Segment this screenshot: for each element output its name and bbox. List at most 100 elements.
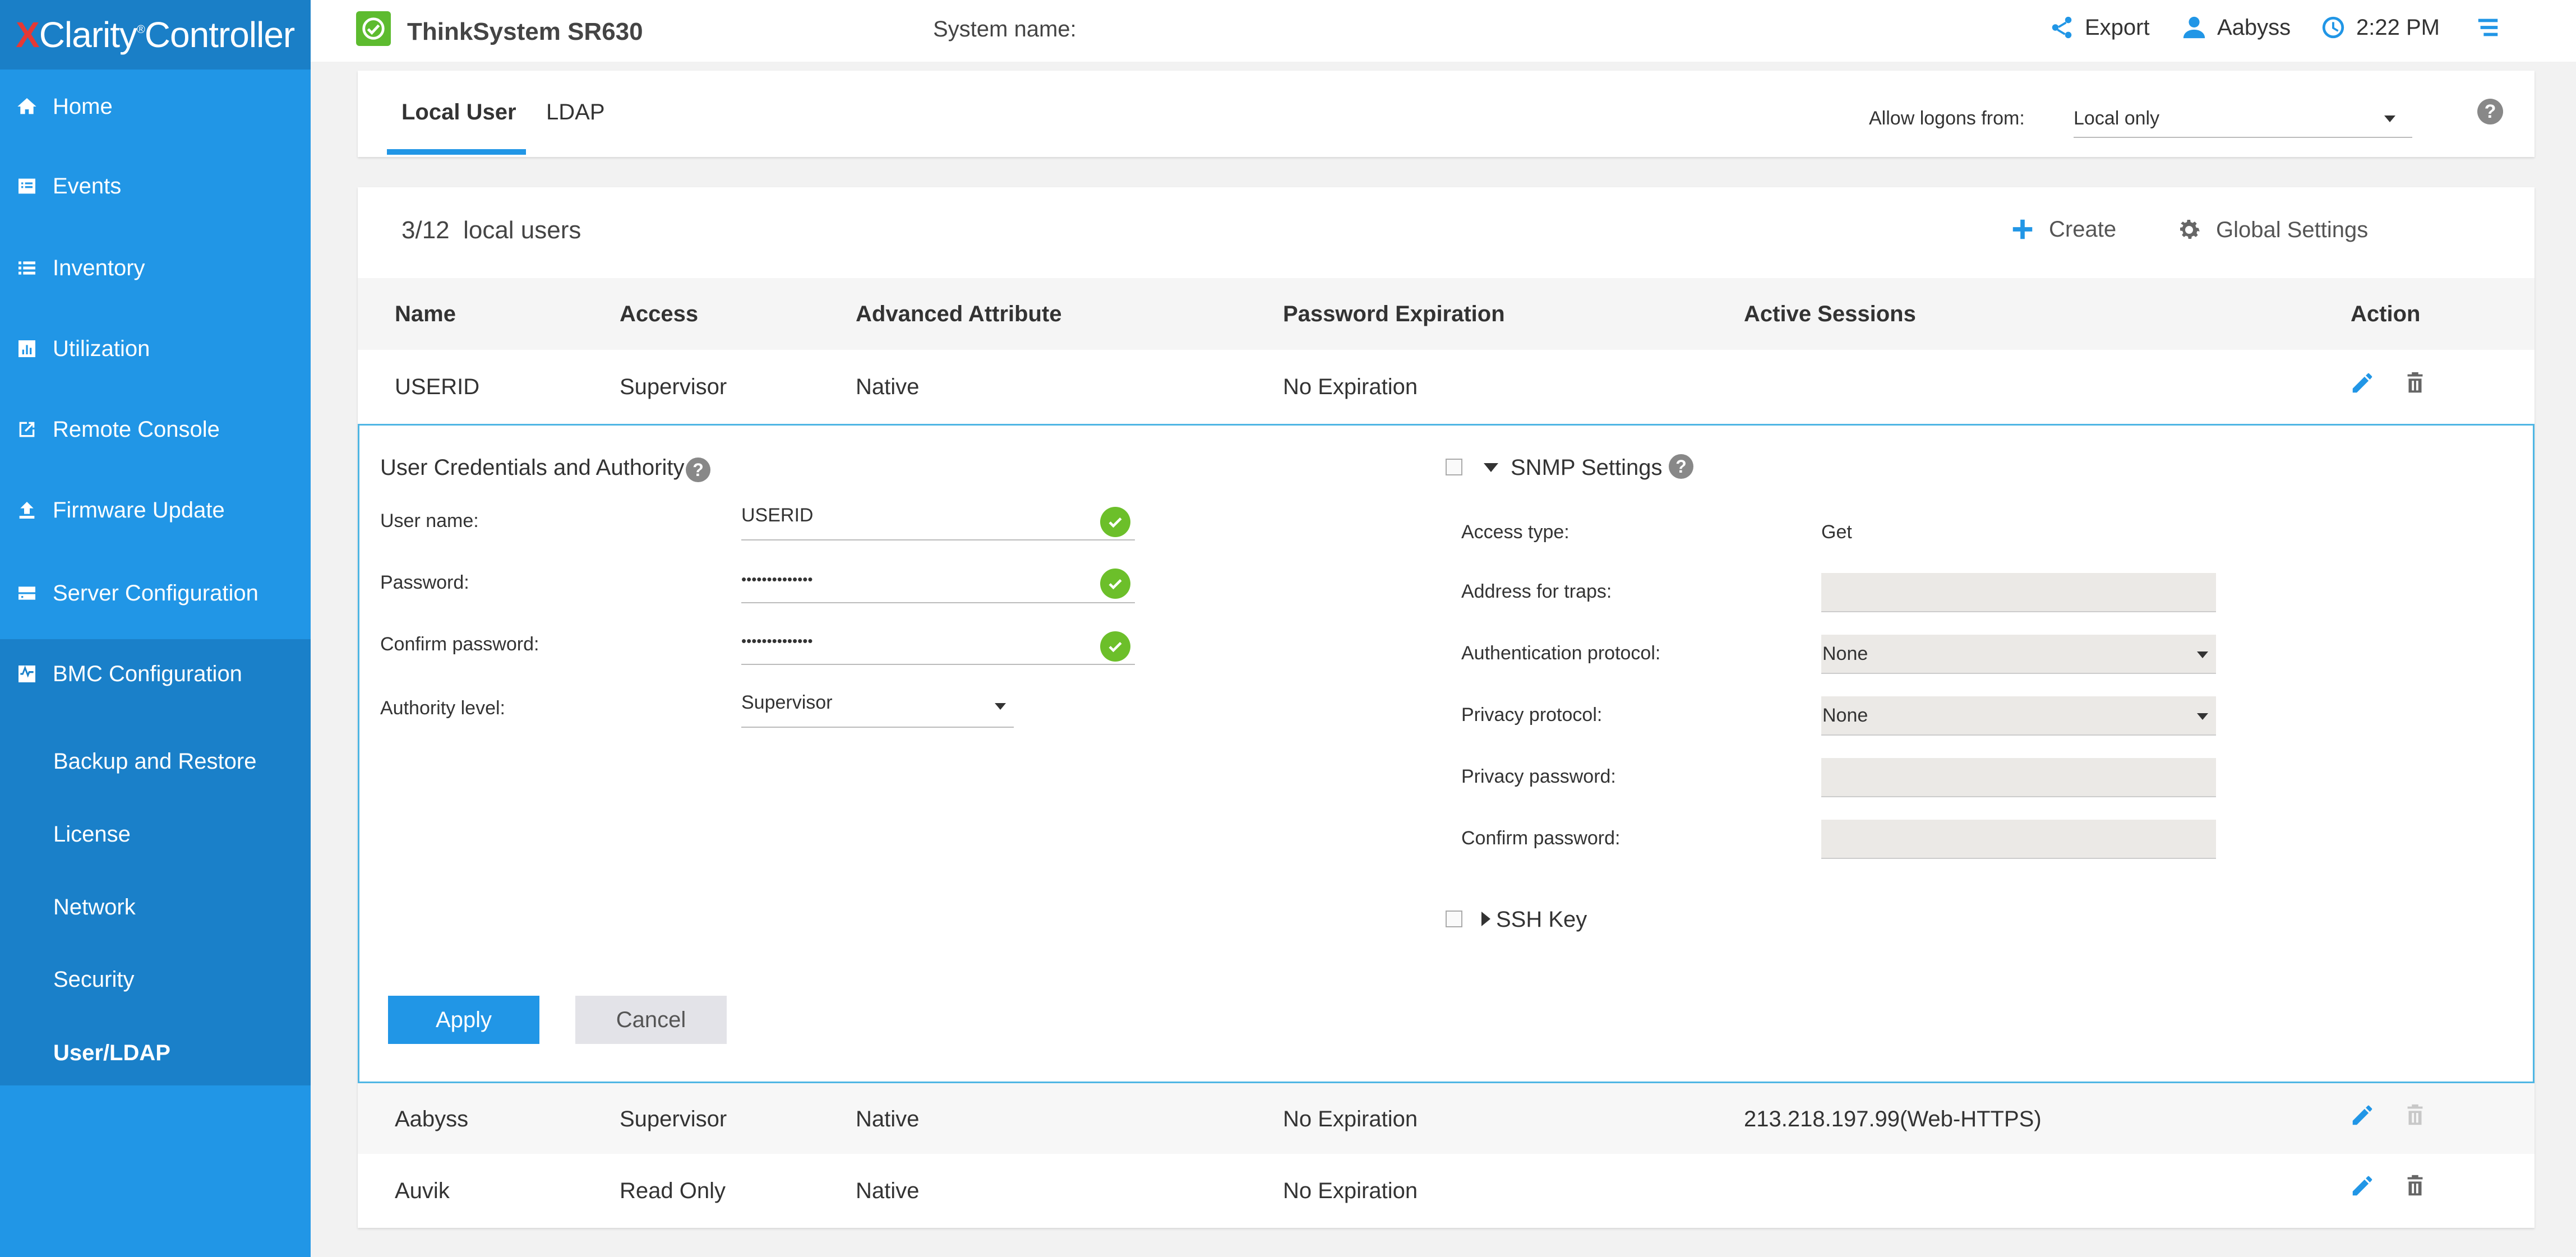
- edit-pencil-icon[interactable]: [2349, 1102, 2375, 1128]
- auth-protocol-select[interactable]: None: [1821, 635, 2216, 674]
- privacy-password-label: Privacy password:: [1461, 766, 1616, 788]
- auth-protocol-label: Authentication protocol:: [1461, 643, 1660, 664]
- sidebar-subitem-label: Network: [53, 895, 136, 920]
- privacy-password-field[interactable]: [1821, 758, 2216, 797]
- user-count-label: local users: [463, 216, 581, 244]
- chevron-down-icon: [2197, 651, 2208, 658]
- create-user-button[interactable]: Create: [2010, 216, 2116, 242]
- access-type-label: Access type:: [1461, 521, 1569, 543]
- username-value: USERID: [741, 505, 813, 526]
- password-field[interactable]: ••••••••••••••: [741, 567, 1135, 603]
- confirm-password-field[interactable]: ••••••••••••••: [741, 629, 1135, 665]
- sidebar-subitem-label: License: [53, 822, 131, 847]
- active-tab-indicator: [387, 149, 526, 155]
- sidebar-item-server-configuration[interactable]: Server Configuration: [0, 565, 311, 621]
- cell-expiration: No Expiration: [1283, 1179, 1418, 1204]
- snmp-section-title[interactable]: SNMP Settings: [1511, 455, 1663, 480]
- sidebar-item-firmware-update[interactable]: Firmware Update: [0, 482, 311, 538]
- privacy-protocol-label: Privacy protocol:: [1461, 704, 1602, 726]
- edit-pencil-icon[interactable]: [2349, 1173, 2375, 1199]
- ssh-key-section-title[interactable]: SSH Key: [1496, 907, 1587, 932]
- user-count: 3/12 local users: [401, 216, 581, 244]
- privacy-protocol-select[interactable]: None: [1821, 696, 2216, 736]
- allow-logons-value: Local only: [2074, 108, 2159, 129]
- main-menu-button[interactable]: [2475, 15, 2511, 40]
- tab-ldap[interactable]: LDAP: [546, 100, 605, 125]
- help-icon[interactable]: ?: [1669, 454, 1693, 479]
- delete-trash-icon: [2402, 1102, 2428, 1128]
- chart-icon: [13, 335, 40, 362]
- confirm-password-label: Confirm password:: [380, 634, 539, 655]
- cancel-button[interactable]: Cancel: [575, 996, 727, 1044]
- sidebar-item-label: Inventory: [53, 256, 145, 281]
- column-header-active-sessions[interactable]: Active Sessions: [1744, 302, 1916, 327]
- sidebar-item-label: Server Configuration: [53, 581, 258, 606]
- sidebar-subitem-network[interactable]: Network: [0, 879, 311, 935]
- traps-address-field[interactable]: [1821, 573, 2216, 612]
- sidebar-item-inventory[interactable]: Inventory: [0, 240, 311, 296]
- allow-logons-select[interactable]: Local only: [2074, 101, 2412, 138]
- sidebar-subitem-license[interactable]: License: [0, 806, 311, 862]
- valid-check-icon: [1100, 631, 1130, 662]
- traps-address-label: Address for traps:: [1461, 581, 1612, 603]
- global-settings-button[interactable]: Global Settings: [2176, 216, 2368, 243]
- column-header-password-expiration[interactable]: Password Expiration: [1283, 302, 1505, 327]
- username-label: User name:: [380, 510, 479, 532]
- caret-down-icon[interactable]: [1484, 463, 1498, 472]
- cell-sessions: 213.218.197.99(Web-HTTPS): [1744, 1107, 2042, 1132]
- username-field[interactable]: USERID: [741, 505, 1135, 540]
- user-count-value: 3/12: [401, 216, 450, 244]
- clock-button[interactable]: 2:22 PM: [2320, 15, 2440, 40]
- column-header-access[interactable]: Access: [620, 302, 698, 327]
- sidebar-item-home[interactable]: Home: [0, 78, 311, 135]
- snmp-checkbox[interactable]: [1446, 459, 1462, 475]
- cell-access: Supervisor: [620, 1107, 727, 1132]
- password-value: ••••••••••••••: [741, 571, 812, 588]
- column-header-advanced-attribute[interactable]: Advanced Attribute: [856, 302, 1061, 327]
- create-label: Create: [2049, 217, 2116, 242]
- sidebar-subitem-security[interactable]: Security: [0, 951, 311, 1008]
- hamburger-menu-icon: [2475, 15, 2501, 40]
- sidebar-item-remote-console[interactable]: Remote Console: [0, 401, 311, 457]
- authority-level-value: Supervisor: [741, 692, 833, 713]
- delete-trash-icon[interactable]: [2402, 1173, 2428, 1199]
- user-menu-button[interactable]: Aabyss: [2181, 15, 2291, 40]
- ssh-key-checkbox[interactable]: [1446, 911, 1462, 927]
- sidebar-subitem-backup-restore[interactable]: Backup and Restore: [0, 733, 311, 789]
- password-label: Password:: [380, 572, 469, 594]
- sidebar: XClarity® Controller Home Events Invento…: [0, 0, 311, 1257]
- edit-pencil-icon[interactable]: [2349, 370, 2375, 396]
- sidebar-item-label: Events: [53, 174, 121, 199]
- share-icon: [2049, 15, 2075, 40]
- credentials-section-title: User Credentials and Authority: [380, 455, 685, 480]
- help-icon[interactable]: ?: [686, 457, 710, 482]
- cell-attribute: Native: [856, 1107, 919, 1132]
- export-button[interactable]: Export: [2049, 15, 2150, 40]
- column-header-name[interactable]: Name: [395, 302, 456, 327]
- sidebar-item-bmc-configuration[interactable]: BMC Configuration: [0, 646, 311, 702]
- upload-icon: [13, 497, 40, 524]
- caret-right-icon[interactable]: [1481, 912, 1490, 926]
- tab-local-user[interactable]: Local User: [401, 100, 516, 125]
- cell-name: Auvik: [395, 1179, 450, 1204]
- column-header-action: Action: [2351, 302, 2420, 327]
- gear-icon: [2176, 216, 2203, 243]
- help-icon[interactable]: ?: [2477, 99, 2503, 124]
- authority-level-select[interactable]: Supervisor: [741, 692, 1014, 728]
- delete-trash-icon[interactable]: [2402, 370, 2428, 396]
- sidebar-item-utilization[interactable]: Utilization: [0, 321, 311, 377]
- cell-name: USERID: [395, 375, 479, 400]
- auth-protocol-value: None: [1822, 643, 1868, 665]
- authority-level-label: Authority level:: [380, 697, 505, 719]
- server-icon: [13, 580, 40, 607]
- external-link-icon: [13, 416, 40, 443]
- snmp-confirm-password-field[interactable]: [1821, 820, 2216, 859]
- sidebar-subitem-user-ldap[interactable]: User/LDAP: [0, 1025, 311, 1081]
- system-title: ThinkSystem SR630: [407, 18, 643, 46]
- apply-button[interactable]: Apply: [388, 996, 539, 1044]
- brand-suffix: Controller: [145, 14, 294, 56]
- sidebar-item-label: BMC Configuration: [53, 662, 242, 687]
- time-label: 2:22 PM: [2356, 15, 2440, 40]
- sidebar-item-events[interactable]: Events: [0, 158, 311, 214]
- top-bar: ThinkSystem SR630 System name: Export Aa…: [311, 0, 2576, 62]
